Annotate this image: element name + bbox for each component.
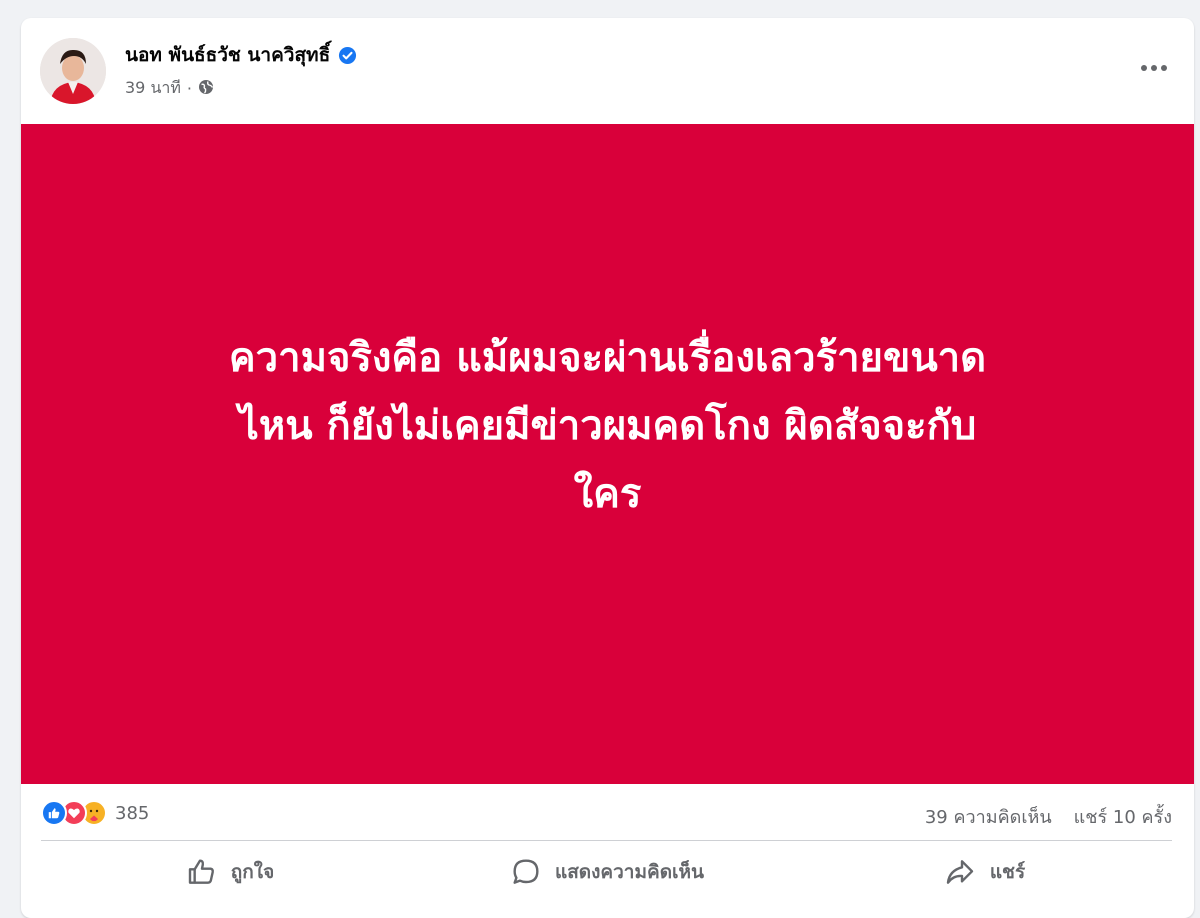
globe-icon bbox=[198, 79, 214, 99]
meta-separator: · bbox=[186, 79, 193, 98]
like-label: ถูกใจ bbox=[230, 861, 275, 883]
more-options-button[interactable] bbox=[1136, 54, 1172, 82]
post-message-line: ไหน ก็ยังไม่เคยมีข่าวผมคดโกง ผิดสัจจะกับ bbox=[238, 403, 977, 449]
post-timestamp[interactable]: 39 นาที bbox=[125, 76, 181, 101]
author-avatar[interactable] bbox=[40, 38, 106, 104]
post-stats: 385 39 ความคิดเห็น แชร์ 10 ครั้ง bbox=[21, 784, 1194, 842]
share-label: แชร์ bbox=[989, 861, 1026, 883]
comment-button[interactable]: แสดงความคิดเห็น bbox=[418, 842, 795, 902]
post-message-line: ความจริงคือ แม้ผมจะผ่านเรื่องเลวร้ายขนาด bbox=[228, 335, 987, 381]
comment-count-link[interactable]: 39 ความคิดเห็น bbox=[925, 802, 1052, 831]
post-meta: 39 นาที · bbox=[125, 76, 214, 101]
like-button[interactable]: ถูกใจ bbox=[41, 842, 418, 902]
thumbs-up-icon bbox=[185, 856, 219, 888]
verified-badge-icon bbox=[338, 46, 357, 65]
author-line: นอท พันธ์ธวัช นาควิสุทธิ์ bbox=[125, 40, 357, 70]
engagement-counts: 39 ความคิดเห็น แชร์ 10 ครั้ง bbox=[925, 802, 1172, 831]
post-actions-bar: ถูกใจ แสดงความคิดเห็น แชร์ bbox=[41, 842, 1172, 902]
comment-bubble-icon bbox=[509, 856, 543, 888]
comment-label: แสดงความคิดเห็น bbox=[554, 861, 705, 883]
share-button[interactable]: แชร์ bbox=[795, 842, 1172, 902]
reactions-summary[interactable]: 385 bbox=[41, 800, 149, 826]
post-header: นอท พันธ์ธวัช นาควิสุทธิ์ 39 นาที · bbox=[21, 18, 1194, 124]
post-message: ความจริงคือ แม้ผมจะผ่านเรื่องเลวร้ายขนาด… bbox=[88, 324, 1128, 528]
post-text-image[interactable]: ความจริงคือ แม้ผมจะผ่านเรื่องเลวร้ายขนาด… bbox=[21, 124, 1194, 784]
share-count-link[interactable]: แชร์ 10 ครั้ง bbox=[1074, 802, 1172, 831]
post-card: นอท พันธ์ธวัช นาควิสุทธิ์ 39 นาที · ความ… bbox=[21, 18, 1194, 918]
like-icon bbox=[41, 800, 67, 826]
share-arrow-icon bbox=[942, 856, 978, 888]
actions-divider bbox=[41, 840, 1172, 841]
more-dots-icon bbox=[1141, 65, 1167, 71]
author-name[interactable]: นอท พันธ์ธวัช นาควิสุทธิ์ bbox=[125, 40, 330, 70]
reaction-count: 385 bbox=[115, 802, 150, 824]
post-message-line: ใคร bbox=[573, 471, 642, 517]
